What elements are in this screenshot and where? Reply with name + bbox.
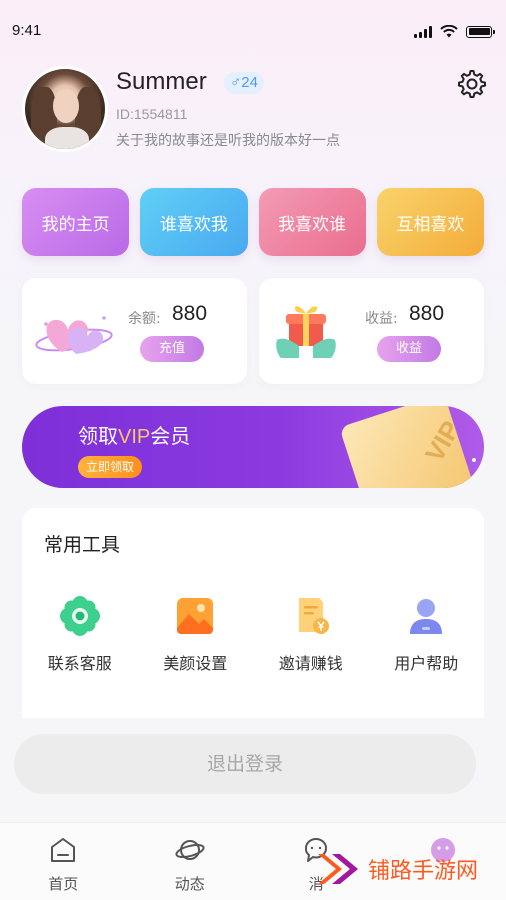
recharge-button[interactable]: 充值 — [140, 336, 204, 362]
logout-button[interactable]: 退出登录 — [14, 734, 476, 794]
cellular-signal-icon — [414, 25, 432, 38]
earnings-label: 收益: — [365, 311, 398, 327]
balance-label: 余额: — [128, 311, 161, 327]
wallet-row: 余额: 880 充值 收益: 880 收益 — [22, 278, 484, 384]
common-tools-card: 常用工具 联系客服 美颜设置 邀请赚钱 用户帮助 — [22, 508, 484, 718]
gift-icon — [276, 306, 336, 358]
vip-title: 领取VIP会员 — [78, 424, 191, 448]
status-time: 9:41 — [12, 22, 42, 39]
status-icons — [414, 25, 495, 38]
tab-label: 动态 — [174, 875, 205, 893]
tool-invite-earn[interactable]: 邀请赚钱 — [253, 594, 369, 674]
who-i-like-button[interactable]: 我喜欢谁 — [258, 188, 366, 256]
tab-moments[interactable]: 动态 — [127, 823, 254, 900]
vip-banner[interactable]: VIP 领取VIP会员 立即领取 — [22, 406, 484, 488]
tool-label: 美颜设置 — [163, 654, 228, 673]
balance-value: 880 — [172, 302, 208, 325]
battery-icon — [466, 25, 495, 38]
tab-label: 首页 — [48, 875, 79, 893]
tool-customer-service[interactable]: 联系客服 — [22, 594, 138, 674]
tool-beauty-settings[interactable]: 美颜设置 — [138, 594, 254, 674]
hearts-icon — [35, 316, 113, 354]
balance-card[interactable]: 余额: 880 充值 — [22, 278, 247, 384]
profile-header: Summer ♂24 ID:1554811 关于我的故事还是听我的版本好一点 — [22, 66, 492, 156]
planet-icon — [175, 840, 205, 860]
beauty-settings-icon — [177, 598, 214, 634]
tool-user-help[interactable]: 用户帮助 — [369, 594, 485, 674]
tab-home[interactable]: 首页 — [0, 823, 127, 900]
quick-actions: 我的主页 谁喜欢我 我喜欢谁 互相喜欢 — [22, 188, 484, 256]
tools-row: 联系客服 美颜设置 邀请赚钱 用户帮助 — [22, 594, 484, 674]
mutual-likes-button[interactable]: 互相喜欢 — [376, 188, 484, 256]
username: Summer — [116, 68, 207, 95]
user-id: ID:1554811 — [116, 106, 188, 122]
avatar[interactable] — [22, 66, 108, 152]
watermark: 铺路手游网 — [316, 850, 478, 888]
home-icon — [51, 838, 76, 862]
customer-service-icon — [59, 596, 100, 636]
wifi-icon — [440, 25, 458, 38]
tool-label: 用户帮助 — [394, 654, 459, 673]
earnings-button[interactable]: 收益 — [377, 336, 441, 362]
watermark-text: 铺路手游网 — [368, 859, 479, 884]
user-help-icon — [410, 599, 443, 634]
tool-label: 邀请赚钱 — [278, 654, 343, 673]
settings-gear-icon[interactable] — [456, 68, 488, 100]
tools-title: 常用工具 — [44, 534, 121, 556]
tool-label: 联系客服 — [47, 654, 112, 673]
earnings-value: 880 — [409, 302, 445, 325]
earnings-card[interactable]: 收益: 880 收益 — [259, 278, 484, 384]
claim-vip-button[interactable]: 立即领取 — [78, 456, 143, 478]
my-homepage-button[interactable]: 我的主页 — [22, 188, 130, 256]
user-bio: 关于我的故事还是听我的版本好一点 — [116, 133, 340, 149]
sparkle-dot — [472, 458, 476, 462]
status-bar: 9:41 — [0, 0, 506, 60]
watermark-logo-icon — [318, 854, 358, 884]
who-likes-me-button[interactable]: 谁喜欢我 — [140, 188, 248, 256]
invite-earn-icon — [298, 598, 329, 634]
gender-age-badge: ♂24 — [224, 72, 264, 94]
